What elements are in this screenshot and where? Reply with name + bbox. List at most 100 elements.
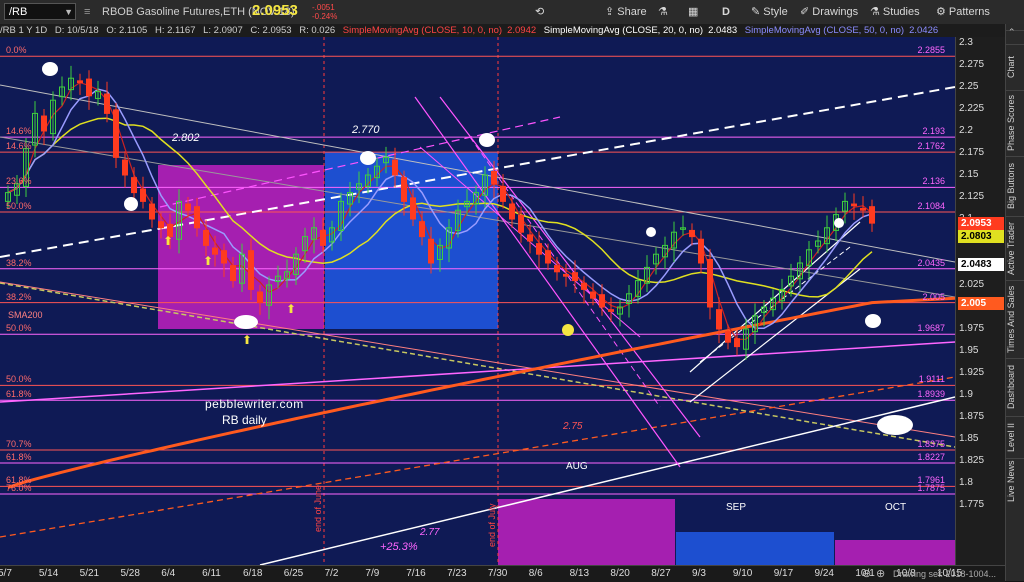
patterns-icon: ⚙ <box>936 6 949 18</box>
style-button[interactable]: ✎ Style <box>751 3 788 21</box>
y-tick-label: 1.975 <box>959 323 985 334</box>
marker-ellipse <box>234 315 258 329</box>
marker-ellipse <box>877 415 913 435</box>
candle-body <box>716 309 722 330</box>
top-toolbar: /RB ▼ ≡ RBOB Gasoline Futures,ETH (NOV 1… <box>0 0 1024 25</box>
sidebar-tab-active-trader[interactable]: Active Trader <box>1006 216 1024 279</box>
sidebar-tab-level-ii[interactable]: Level II <box>1006 416 1024 457</box>
y-tick-label: 2.175 <box>959 147 985 158</box>
x-tick-label: 8/20 <box>610 568 630 579</box>
sidebar-tab-dashboard[interactable]: Dashboard <box>1006 358 1024 415</box>
range-label: R: 0.026 <box>299 25 336 36</box>
y-tick-label: 1.775 <box>959 499 985 510</box>
candle-body <box>518 214 524 233</box>
candle-body <box>428 238 434 264</box>
sync-icon[interactable]: ⟲ <box>535 3 544 21</box>
candle-body <box>590 291 596 299</box>
price-tag: 2.005 <box>958 296 1004 310</box>
studies-button[interactable]: ⚗ Studies <box>870 3 920 21</box>
marker-ellipse-yellow <box>562 324 574 336</box>
candle-body <box>77 80 83 84</box>
y-tick-label: 1.825 <box>959 455 985 466</box>
symbol-text: /RB <box>9 6 28 18</box>
fib-level-price: 1.9687 <box>917 323 945 334</box>
sidebar-tab-big-buttons[interactable]: Big Buttons <box>1006 156 1024 215</box>
candle-body <box>410 197 416 220</box>
symbol-input[interactable]: /RB ▼ <box>4 3 76 20</box>
style-label: Style <box>763 6 788 18</box>
candle-body <box>851 203 857 207</box>
sma10-label: SimpleMovingAvg (CLOSE, 10, 0, no) <box>342 25 503 36</box>
candle-body <box>698 238 704 264</box>
x-tick-label: 5/28 <box>120 568 140 579</box>
x-tick-label: 9/17 <box>773 568 794 579</box>
fib-level-price: 2.1084 <box>917 200 945 211</box>
y-tick-label: 1.85 <box>959 433 979 444</box>
sma50-value: 2.0426 <box>909 25 939 36</box>
sma20-value: 2.0483 <box>708 25 738 36</box>
marker-ellipse <box>42 62 58 76</box>
fib-level-pct: 70.7% <box>6 439 32 449</box>
y-tick-label: 1.925 <box>959 367 985 378</box>
share-label: Share <box>617 6 647 18</box>
candle-body <box>608 309 614 312</box>
fib-level-price: 1.7875 <box>917 483 945 493</box>
x-tick-label: 7/16 <box>406 568 426 579</box>
y-tick-label: 2.15 <box>959 169 979 180</box>
fib-level-pct: 61.8% <box>6 452 32 463</box>
flask-icon[interactable]: ⚗ <box>658 3 668 21</box>
grid-icon[interactable]: ▦ <box>688 3 698 21</box>
chevron-down-icon[interactable]: ▼ <box>64 4 73 21</box>
candle-body <box>500 185 506 202</box>
candle-body <box>572 272 578 282</box>
label-sep: SEP <box>726 502 747 513</box>
x-tick-label: 7/9 <box>365 568 380 579</box>
candle-body <box>554 265 560 273</box>
candle-body <box>41 115 47 132</box>
sidebar-collapse-icon[interactable]: › <box>1006 28 1024 31</box>
marker-ellipse <box>360 151 376 165</box>
x-tick-label: 7/2 <box>324 568 339 579</box>
sma50-label: SimpleMovingAvg (CLOSE, 50, 0, no) <box>744 25 905 36</box>
drawing-set-label: Drawing set: 2018-1004... <box>893 569 997 579</box>
x-tick-label: 5/14 <box>38 568 59 579</box>
low-label: L: 2.0907 <box>203 25 243 36</box>
candle-body <box>221 250 227 264</box>
x-tick-label: 6/11 <box>202 568 221 579</box>
marker-ellipse <box>865 314 881 328</box>
close-label: C: 2.0953 <box>250 25 292 36</box>
y-tick-label: 2.3 <box>959 37 973 48</box>
patterns-button[interactable]: ⚙ Patterns <box>936 3 990 21</box>
period-label: /RB 1 Y 1D <box>0 25 48 36</box>
fib-level-price: 2.0435 <box>917 257 945 268</box>
open-label: O: 2.1105 <box>106 25 148 36</box>
x-tick-label: 9/24 <box>814 568 834 579</box>
sidebar-tab-chart[interactable]: Chart <box>1006 44 1024 89</box>
price-chart[interactable]: ⬆ ⬆ ⬆ ⬆ 2.802 2.770 2.75 2.77 +25.3% AUG… <box>0 37 955 565</box>
sma20-label: SimpleMovingAvg (CLOSE, 20, 0, no) <box>543 25 704 36</box>
candle-body <box>599 294 605 308</box>
zoom-out-icon[interactable]: ⊖ <box>862 567 871 580</box>
candle-body <box>581 282 587 290</box>
zoom-in-icon[interactable]: ⊕ <box>876 567 885 580</box>
fib-level-price: 2.005 <box>922 291 945 302</box>
y-tick-label: 2.275 <box>959 59 985 70</box>
share-button[interactable]: ⇪ Share <box>605 3 647 21</box>
price-tag: 2.0953 <box>958 217 1004 231</box>
status-bar: /RB 1 Y 1D D: 10/5/18 O: 2.1105 H: 2.116… <box>0 24 1024 37</box>
drawings-button[interactable]: ✐ Drawings <box>800 3 858 21</box>
menu-icon[interactable]: ≡ <box>84 3 90 21</box>
sidebar-tab-times-and-sales[interactable]: Times And Sales <box>1006 280 1024 357</box>
price-axis[interactable]: 2.32.2752.252.2252.22.1752.152.1252.12.0… <box>955 37 1006 565</box>
y-tick-label: 2.225 <box>959 103 985 114</box>
sidebar-tab-phase-scores[interactable]: Phase Scores <box>1006 90 1024 155</box>
time-axis[interactable]: 5/7 5/14 5/21 5/28 6/4 6/11 6/18 6/25 7/2 7/9 7/16… <box>0 565 1005 582</box>
sidebar-tab-live-news[interactable]: Live News <box>1006 458 1024 503</box>
interval-button[interactable]: D <box>722 3 730 21</box>
candle-body <box>707 258 713 308</box>
marker-ellipse <box>124 197 138 211</box>
candle-body <box>491 170 497 185</box>
candle-body <box>122 159 128 176</box>
x-tick-label: 6/4 <box>161 568 176 579</box>
y-tick-label: 1.875 <box>959 411 985 422</box>
